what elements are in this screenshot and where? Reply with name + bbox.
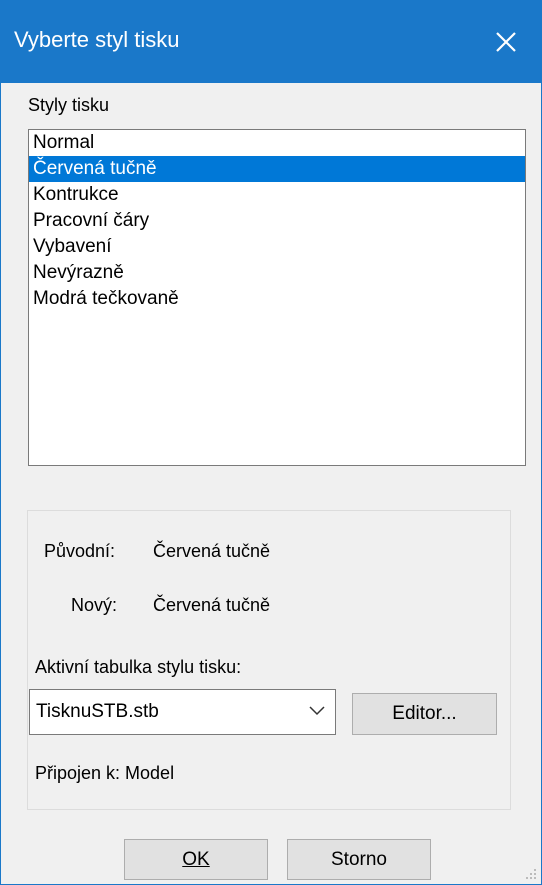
cancel-button[interactable]: Storno (287, 839, 431, 880)
editor-button-label: Editor... (392, 703, 457, 724)
new-value: Červená tučně (153, 595, 271, 615)
list-items: Normal Červená tučně Kontrukce Pracovní čár… (29, 130, 525, 312)
resize-grip-icon[interactable] (525, 868, 537, 880)
editor-button[interactable]: Editor... (352, 693, 497, 735)
original-value: Červená tučně (153, 541, 271, 561)
original-label: Původní: (44, 541, 116, 561)
ok-button[interactable]: OK (124, 839, 268, 880)
chevron-down-icon (309, 706, 325, 716)
combo-value: TisknuSTB.stb (36, 701, 159, 722)
dialog-title: Vyberte styl tisku (14, 27, 180, 52)
table-label: Aktivní tabulka stylu tisku: (35, 657, 242, 677)
list-item[interactable]: Vybavení (29, 234, 525, 260)
list-item[interactable]: Modrá tečkovaně (29, 286, 525, 312)
list-item[interactable]: Pracovní čáry (29, 208, 525, 234)
cancel-button-label: Storno (331, 848, 387, 870)
list-item[interactable]: Kontrukce (29, 182, 525, 208)
attached-text: Připojen k: Model (35, 763, 175, 783)
dialog-window: Vyberte styl tisku Styly tisku Normal Čer… (0, 0, 542, 885)
list-item[interactable]: Červená tučně (29, 156, 525, 182)
plot-style-table-select[interactable]: TisknuSTB.stb (29, 689, 336, 735)
styles-label: Styly tisku (28, 95, 110, 115)
close-icon (496, 32, 516, 52)
close-button[interactable] (471, 1, 541, 83)
title-bar: Vyberte styl tisku (1, 1, 541, 83)
print-styles-list[interactable]: Normal Červená tučně Kontrukce Pracovní čár… (28, 129, 526, 466)
new-label: Nový: (71, 595, 118, 615)
list-item[interactable]: Normal (29, 130, 525, 156)
ok-button-label: OK (182, 848, 210, 870)
list-item[interactable]: Nevýrazně (29, 260, 525, 286)
